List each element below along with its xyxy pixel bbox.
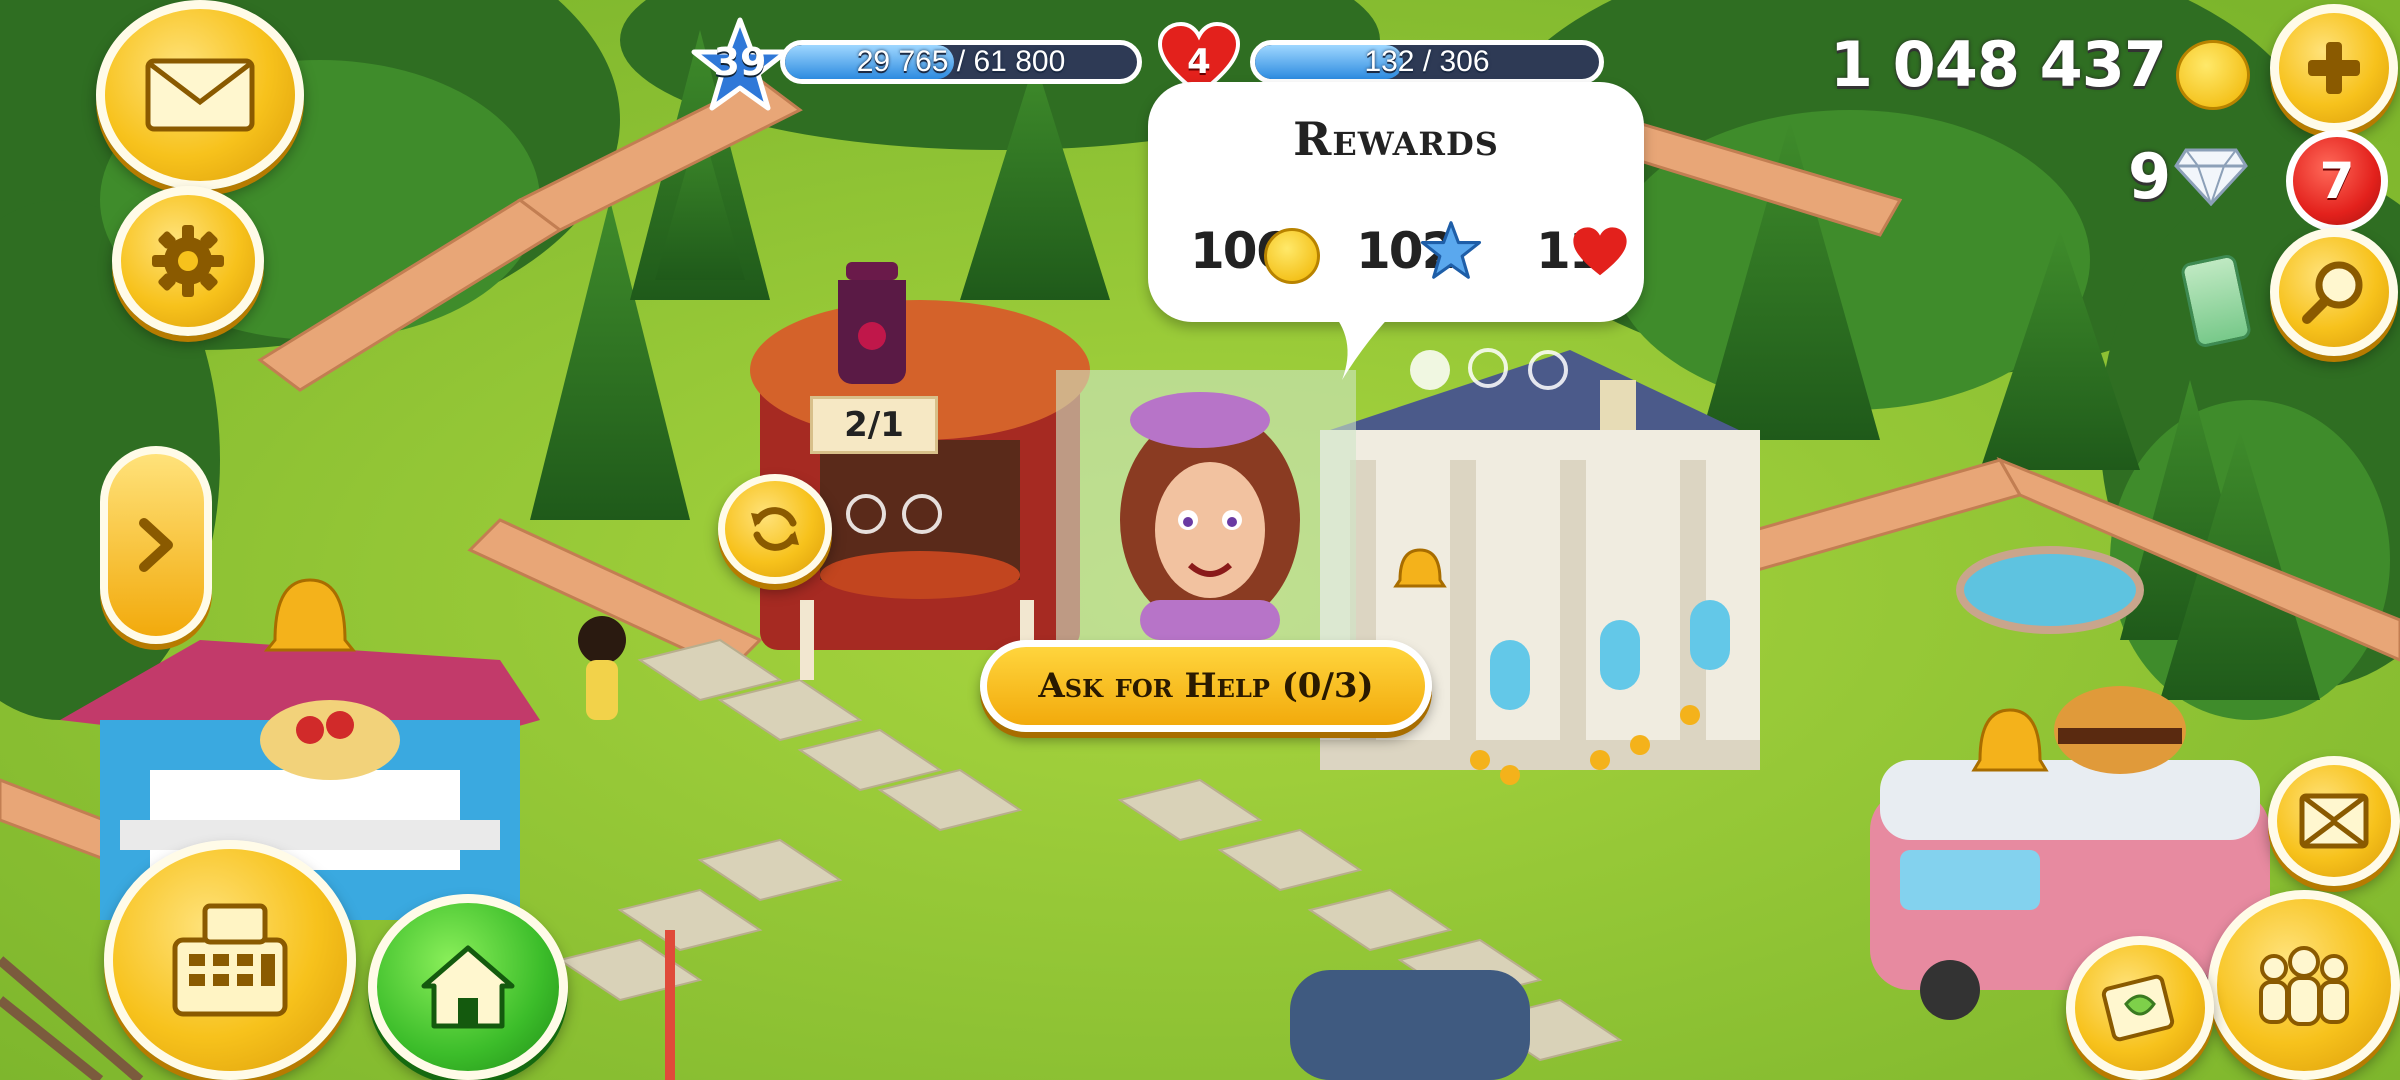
mail-button[interactable] [96,0,304,190]
side-panel-toggle[interactable] [100,446,212,644]
rewards-title: Rewards [1293,112,1499,166]
shop-register-button[interactable] [104,840,356,1080]
xp-bar: 29 765 / 61 800 [780,40,1142,84]
notification-badge[interactable]: 7 [2286,130,2388,232]
star-icon [1420,221,1482,279]
recipe-count-tag: 2/1 [810,396,938,454]
notification-count: 7 [2319,152,2355,210]
magnifier-icon [2302,261,2363,324]
villager-portrait [1056,370,1356,640]
hearts-text: 132 / 306 [1364,45,1490,78]
plus-icon [2308,42,2360,94]
level-star: 39 [690,16,790,112]
jam-bottle-icon [838,262,906,384]
friends-icon [2259,946,2349,1026]
recipe-count: 2/1 [844,405,904,445]
home-icon [421,945,515,1029]
ask-for-help-label: Ask for Help (0/3) [1038,666,1374,706]
rewards-popup: Rewards 106 102 11 [1148,82,1644,380]
home-button[interactable] [368,894,568,1080]
expand-icon [2299,793,2369,849]
mail-icon [145,58,255,132]
buy-coins-button[interactable] [2270,4,2398,132]
coin-icon [1264,228,1320,284]
coins-count: 1 048 437 [1829,28,2167,101]
xp-text: 29 765 / 61 800 [856,45,1066,78]
level-number: 39 [713,40,767,84]
friends-button[interactable] [2208,890,2400,1080]
decorations-button[interactable] [2066,936,2214,1080]
cash-register-icon [172,903,288,1017]
heart-icon [1573,227,1627,276]
silo [1290,970,1530,1080]
arrow-right-icon [139,518,173,572]
refresh-order-button[interactable] [718,474,832,584]
pond [1956,546,2144,634]
coin-icon [2176,40,2250,110]
expand-button[interactable] [2268,756,2400,886]
gear-icon [152,225,224,297]
hearts-level: 4 [1187,42,1211,82]
refresh-icon [751,507,799,551]
ask-for-help-button[interactable]: Ask for Help (0/3) [980,640,1432,732]
decoration-card-icon [2101,974,2175,1042]
signpost [665,930,675,1080]
settings-button[interactable] [112,186,264,336]
search-button[interactable] [2270,228,2398,356]
hearts-bar: 132 / 306 [1250,40,1604,84]
popup-tail [1328,308,1398,380]
diamond-icon [2174,148,2248,206]
diamonds-count: 9 [2128,140,2171,213]
